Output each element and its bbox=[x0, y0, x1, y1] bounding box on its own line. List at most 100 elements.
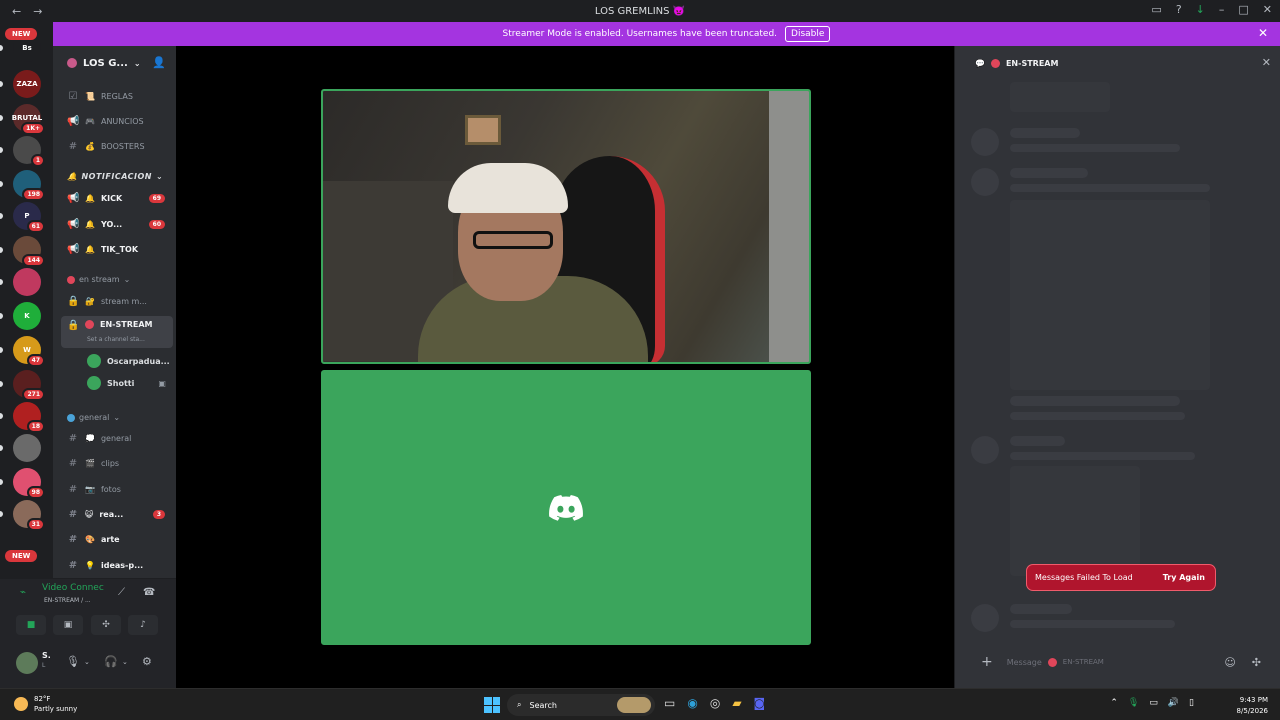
tray-mic-icon[interactable]: 🎙 bbox=[1128, 698, 1139, 708]
volume-icon[interactable]: 🔊 bbox=[1168, 698, 1179, 708]
download-icon[interactable]: ↓ bbox=[1196, 3, 1205, 16]
new-tag-bottom[interactable]: NEW bbox=[5, 550, 38, 562]
server-icon[interactable]: P 61 bbox=[13, 202, 45, 233]
inbox-icon[interactable]: ▭ bbox=[1151, 3, 1161, 16]
channel-stream-m[interactable]: 🔒 🔐 stream m... bbox=[67, 291, 173, 311]
new-tag-top[interactable]: NEW bbox=[5, 28, 38, 40]
webcam-video-tile[interactable] bbox=[321, 89, 811, 364]
server-icon[interactable]: 98 bbox=[13, 468, 45, 499]
search-highlight-image bbox=[617, 697, 651, 713]
channel-status-text[interactable]: Set a channel sta... bbox=[87, 336, 145, 343]
server-icon[interactable]: 144 bbox=[13, 236, 45, 267]
microphone-icon[interactable]: 🎙 bbox=[66, 655, 80, 668]
channel-name: REGLAS bbox=[100, 91, 133, 101]
channel-item[interactable]: 📢 🎮 ANUNCIOS bbox=[67, 111, 173, 131]
server-icon[interactable] bbox=[13, 434, 41, 462]
message-placeholder: Message bbox=[1006, 657, 1042, 667]
headphones-icon[interactable]: 🎧 bbox=[104, 655, 118, 668]
channel-item[interactable]: # 💭 general bbox=[67, 428, 173, 448]
disconnect-icon[interactable]: ☎ bbox=[143, 587, 155, 598]
channel-item[interactable]: # 😺 rea... 3 bbox=[67, 504, 173, 524]
minimize-icon[interactable]: – bbox=[1219, 3, 1225, 16]
discord-app-icon[interactable]: ◙ bbox=[754, 696, 766, 710]
network-icon[interactable]: ▭ bbox=[1149, 698, 1158, 708]
chevron-down-icon: ⌄ bbox=[156, 172, 164, 181]
server-icon[interactable]: 198 bbox=[13, 170, 45, 201]
camera-button[interactable]: ■ bbox=[16, 615, 46, 635]
battery-icon[interactable]: ▯ bbox=[1189, 698, 1194, 708]
screen-share-button[interactable]: ▣ bbox=[53, 615, 83, 635]
video-stage bbox=[176, 46, 954, 688]
edge-browser-icon[interactable]: ◉ bbox=[687, 696, 697, 710]
window-close-icon[interactable]: ✕ bbox=[1263, 3, 1272, 16]
chrome-icon[interactable]: ◎ bbox=[710, 696, 720, 710]
server-header[interactable]: LOS G... ⌄ 👤 bbox=[53, 46, 176, 80]
channel-emoji: 🔐 bbox=[85, 296, 95, 306]
mention-badge: 18 bbox=[26, 420, 45, 433]
unread-indicator bbox=[0, 381, 3, 387]
channel-emoji: 📷 bbox=[85, 484, 95, 494]
disable-button[interactable]: Disable bbox=[785, 26, 831, 42]
channel-name: stream m... bbox=[100, 296, 147, 306]
channel-item[interactable]: # 🎬 clips bbox=[67, 453, 173, 473]
noise-suppression-icon[interactable]: ⟋ bbox=[118, 587, 125, 598]
maximize-icon[interactable]: □ bbox=[1238, 3, 1248, 16]
soundboard-button[interactable]: ♪ bbox=[128, 615, 158, 635]
attach-plus-icon[interactable]: + bbox=[981, 654, 993, 670]
server-icon[interactable]: 271 bbox=[13, 370, 45, 401]
category-en-stream[interactable]: en stream ⌄ bbox=[67, 275, 130, 284]
apps-icon[interactable]: ✣ bbox=[1252, 656, 1261, 669]
channel-item[interactable]: 📢 🔔 KICK 69 bbox=[67, 188, 173, 208]
help-icon[interactable]: ? bbox=[1176, 3, 1182, 16]
avatar[interactable] bbox=[16, 652, 38, 674]
close-chat-icon[interactable]: ✕ bbox=[1262, 56, 1271, 69]
server-icon-label: BRUTAL bbox=[11, 114, 43, 122]
mic-options-chevron-icon[interactable]: ⌄ bbox=[84, 658, 90, 666]
category-general[interactable]: general ⌄ bbox=[67, 413, 120, 422]
server-icon[interactable]: W 47 bbox=[13, 336, 45, 367]
gear-icon[interactable]: ⚙ bbox=[142, 655, 152, 668]
voice-user[interactable]: Oscarpadua... bbox=[87, 354, 170, 368]
server-icon[interactable]: 31 bbox=[13, 500, 45, 531]
avatar-video-tile[interactable] bbox=[321, 370, 811, 645]
banner-close-icon[interactable]: ✕ bbox=[1258, 26, 1268, 40]
file-explorer-icon[interactable]: ▰ bbox=[732, 696, 741, 710]
channel-item[interactable]: ☑ 📜 REGLAS bbox=[67, 86, 173, 106]
channel-item[interactable]: # 📷 fotos bbox=[67, 479, 173, 499]
bell-icon: 🔔 bbox=[67, 172, 78, 181]
voice-channel-label[interactable]: EN-STREAM / ... bbox=[44, 597, 91, 604]
try-again-button[interactable]: Try Again bbox=[1163, 573, 1205, 582]
server-icon[interactable] bbox=[13, 268, 41, 296]
server-icon[interactable]: ZAZA bbox=[13, 70, 41, 98]
windows-start-icon[interactable] bbox=[484, 697, 500, 713]
add-user-icon[interactable]: 👤 bbox=[152, 56, 166, 69]
task-view-icon[interactable]: ▭ bbox=[664, 696, 675, 710]
message-input[interactable]: + Message EN-STREAM ☺ ✣ bbox=[967, 646, 1269, 678]
server-icon[interactable]: K bbox=[13, 302, 41, 330]
signal-icon[interactable]: ⌁ bbox=[20, 587, 26, 598]
channel-name: general bbox=[100, 433, 132, 443]
category-notificacion[interactable]: 🔔 NOTIFICACION ⌄ bbox=[67, 172, 163, 181]
server-icon[interactable]: 1 bbox=[13, 136, 45, 167]
tray-overflow-chevron-icon[interactable]: ⌃ bbox=[1110, 698, 1118, 708]
channel-item[interactable]: # 💡 ideas-p... bbox=[67, 555, 173, 575]
voice-connected-label: Video Connec bbox=[42, 583, 104, 593]
system-clock[interactable]: 9:43 PM 8/5/2026 bbox=[1237, 695, 1268, 717]
channel-type-icon: # bbox=[68, 559, 78, 571]
channel-item[interactable]: 📢 🔔 YO... 60 bbox=[67, 214, 173, 234]
server-icon[interactable]: 18 bbox=[13, 402, 45, 433]
weather-widget[interactable]: 82°F Partly sunny bbox=[14, 694, 77, 714]
user-status: L bbox=[42, 662, 46, 669]
channel-item[interactable]: # 💰 BOOSTERS bbox=[67, 136, 173, 156]
channel-name: BOOSTERS bbox=[100, 141, 145, 151]
emoji-icon[interactable]: ☺ bbox=[1224, 656, 1235, 669]
audio-options-chevron-icon[interactable]: ⌄ bbox=[122, 658, 128, 666]
activities-button[interactable]: ✣ bbox=[91, 615, 121, 635]
channel-type-icon: 📢 bbox=[67, 115, 80, 127]
voice-user[interactable]: Shotti ▣ bbox=[87, 376, 166, 390]
server-icon[interactable]: BRUTAL 1K+ bbox=[11, 104, 45, 135]
channel-en-stream-active[interactable]: 🔒 EN-STREAM Set a channel sta... bbox=[61, 316, 173, 348]
channel-item[interactable]: 📢 🔔 TIK_TOK bbox=[67, 239, 173, 259]
channel-item[interactable]: # 🎨 arte bbox=[67, 529, 173, 549]
taskbar-search[interactable]: ⌕ Search bbox=[507, 694, 655, 716]
